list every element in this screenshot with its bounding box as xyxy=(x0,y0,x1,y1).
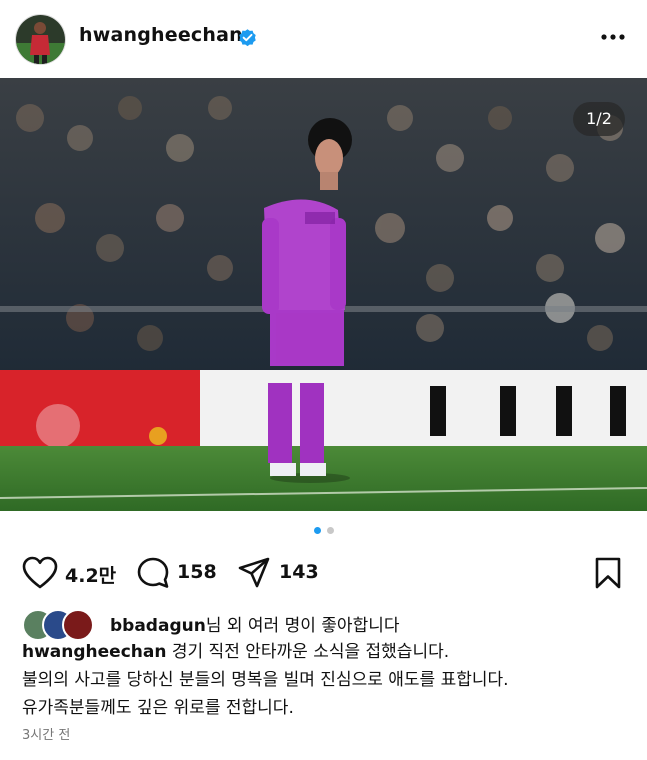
more-options-icon[interactable] xyxy=(598,22,628,52)
action-bar: 4.2만 158 143 xyxy=(0,552,647,596)
carousel-dot[interactable] xyxy=(326,527,334,534)
slide-counter: 1/2 xyxy=(573,102,625,136)
post-caption: hwangheechan 경기 직전 안타까운 소식을 접했습니다. 불의의 사… xyxy=(22,638,632,722)
post-photo[interactable]: 1/2 xyxy=(0,78,647,511)
post-timestamp: 3시간 전 xyxy=(22,728,71,743)
carousel-indicator xyxy=(0,527,647,537)
likes-count[interactable]: 4.2만 xyxy=(65,561,116,588)
carousel-dot-active[interactable] xyxy=(313,527,321,534)
caption-text-1: 경기 직전 안타까운 소식을 접했습니다. xyxy=(171,642,450,662)
liked-by-suffix: 님 외 여러 명이 좋아합니다 xyxy=(205,616,400,636)
post-header: hwangheechan xyxy=(0,0,647,78)
caption-line-1: hwangheechan 경기 직전 안타까운 소식을 접했습니다. xyxy=(22,638,632,666)
liker-avatar xyxy=(62,609,94,641)
comment-bubble-icon[interactable] xyxy=(136,556,170,590)
post-username[interactable]: hwangheechan xyxy=(79,24,243,46)
profile-avatar[interactable] xyxy=(15,14,66,65)
verified-badge-icon xyxy=(239,29,256,47)
caption-line-3: 유가족분들께도 깊은 위로를 전합니다. xyxy=(22,698,294,718)
bookmark-icon[interactable] xyxy=(594,556,622,590)
liked-by-username[interactable]: bbadagun xyxy=(110,616,206,636)
caption-author[interactable]: hwangheechan xyxy=(22,642,166,662)
match-photo-image xyxy=(0,78,647,511)
caption-line-2: 불의의 사고를 당하신 분들의 명복을 빌며 진심으로 애도를 표합니다. xyxy=(22,670,509,690)
comments-count[interactable]: 158 xyxy=(177,561,217,583)
heart-icon[interactable] xyxy=(22,556,58,590)
paper-plane-icon[interactable] xyxy=(237,556,271,590)
liked-by-text: bbadagun님 외 여러 명이 좋아합니다 xyxy=(110,611,399,636)
shares-count[interactable]: 143 xyxy=(279,561,319,583)
